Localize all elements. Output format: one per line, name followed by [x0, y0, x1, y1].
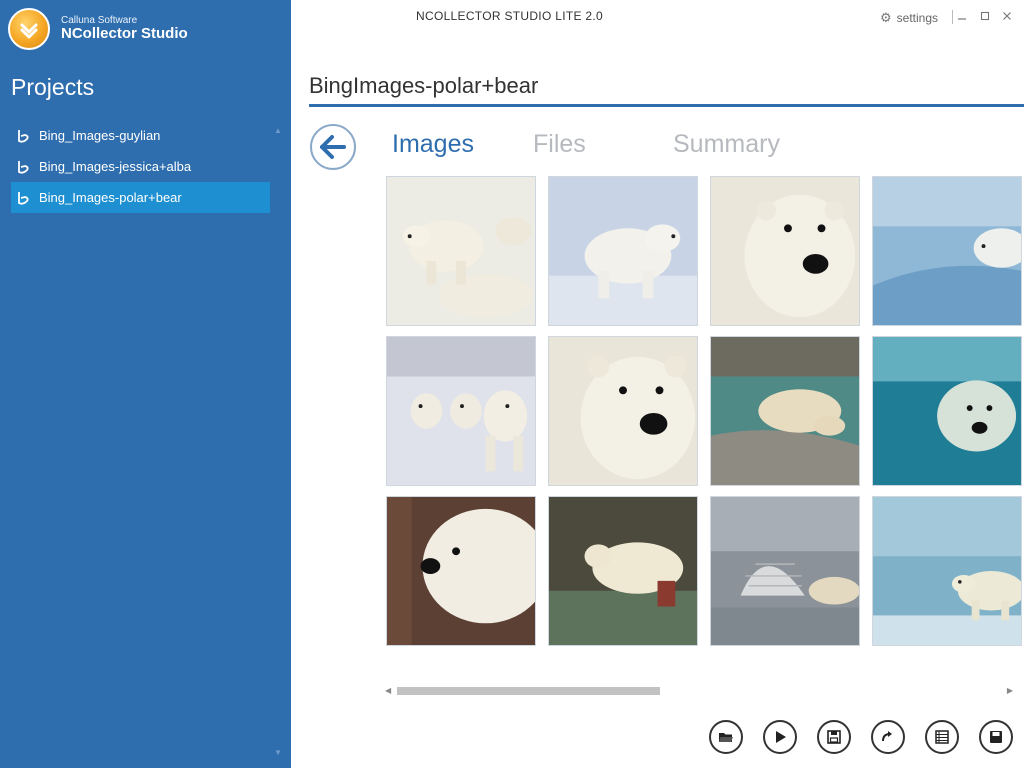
bing-icon: [13, 126, 33, 146]
image-thumbnail[interactable]: [872, 176, 1022, 326]
image-thumbnail[interactable]: [386, 496, 536, 646]
page-title: BingImages-polar+bear: [309, 73, 539, 98]
image-thumbnail[interactable]: [872, 336, 1022, 486]
window-title: NCOLLECTOR STUDIO LITE 2.0: [416, 9, 603, 23]
settings-button[interactable]: ⚙ settings: [880, 10, 938, 26]
scroll-right-icon[interactable]: ▶: [1007, 686, 1013, 695]
open-button[interactable]: [709, 720, 743, 754]
list-button[interactable]: [925, 720, 959, 754]
maximize-icon: [980, 11, 990, 21]
image-thumbnail[interactable]: [386, 176, 536, 326]
close-icon: [1003, 12, 1011, 20]
image-thumbnail[interactable]: [548, 176, 698, 326]
save-as-icon: [990, 731, 1002, 743]
horizontal-scrollbar[interactable]: ◀ ▶: [385, 685, 1013, 697]
tab-files[interactable]: Files: [533, 130, 586, 159]
sidebar-scroll-up-icon[interactable]: ▲: [274, 126, 282, 135]
tab-summary[interactable]: Summary: [673, 130, 780, 159]
redo-button[interactable]: [871, 720, 905, 754]
close-button[interactable]: [998, 6, 1016, 26]
sidebar-item-jessica-alba[interactable]: Bing_Images-jessica+alba: [11, 151, 270, 182]
projects-heading: Projects: [11, 74, 95, 100]
product-name: NCollector Studio: [61, 25, 188, 43]
gear-icon: ⚙: [880, 10, 892, 25]
list-icon: [935, 730, 949, 744]
image-thumbnail[interactable]: [710, 176, 860, 326]
settings-label: settings: [896, 11, 939, 25]
minimize-button[interactable]: [953, 6, 971, 26]
project-list: Bing_Images-guylian Bing_Images-jessica+…: [11, 120, 270, 213]
maximize-button[interactable]: [976, 6, 994, 26]
app-logo-icon: [8, 8, 50, 50]
sidebar-item-label: Bing_Images-polar+bear: [39, 190, 182, 205]
sidebar: Calluna Software NCollector Studio Proje…: [0, 0, 291, 768]
image-thumbnail[interactable]: [548, 336, 698, 486]
sidebar-item-label: Bing_Images-guylian: [39, 128, 161, 143]
save-button[interactable]: [817, 720, 851, 754]
open-folder-icon: [719, 733, 733, 742]
bing-icon: [13, 157, 33, 177]
play-icon: [776, 731, 786, 743]
sidebar-item-polar-bear[interactable]: Bing_Images-polar+bear: [11, 182, 270, 213]
back-button[interactable]: [310, 124, 356, 170]
bing-icon: [13, 188, 33, 208]
sidebar-item-guylian[interactable]: Bing_Images-guylian: [11, 120, 270, 151]
image-thumbnail[interactable]: [872, 496, 1022, 646]
scrollbar-thumb[interactable]: [397, 687, 660, 695]
redo-icon: [882, 731, 892, 742]
sidebar-scroll-down-icon[interactable]: ▼: [274, 748, 282, 757]
play-button[interactable]: [763, 720, 797, 754]
minimize-icon: [958, 18, 966, 20]
scroll-left-icon[interactable]: ◀: [385, 686, 391, 695]
image-thumbnail[interactable]: [710, 336, 860, 486]
image-thumbnail[interactable]: [710, 496, 860, 646]
save-as-button[interactable]: [979, 720, 1013, 754]
sidebar-item-label: Bing_Images-jessica+alba: [39, 159, 192, 174]
title-underline: [309, 104, 1024, 107]
image-thumbnail[interactable]: [548, 496, 698, 646]
tab-images[interactable]: Images: [392, 130, 474, 159]
brand: Calluna Software NCollector Studio: [8, 6, 188, 52]
arrow-left-icon: [320, 135, 346, 159]
image-thumbnail[interactable]: [386, 336, 536, 486]
save-icon: [827, 730, 841, 744]
